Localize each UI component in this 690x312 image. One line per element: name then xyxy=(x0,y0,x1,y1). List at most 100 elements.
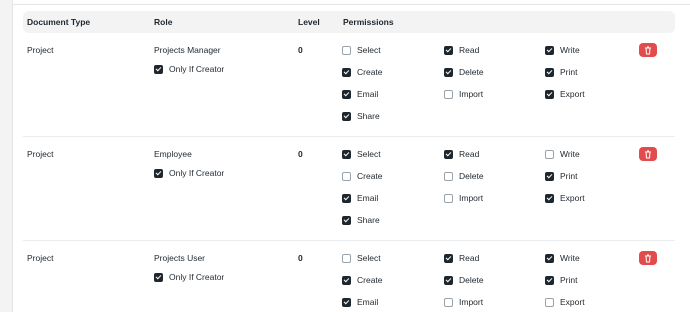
only-if-creator-checkbox[interactable]: Only If Creator xyxy=(154,168,224,178)
trash-icon xyxy=(645,150,651,158)
checkbox-icon[interactable] xyxy=(444,45,453,55)
checkbox-label: Share xyxy=(357,215,380,225)
checkbox-label: Write xyxy=(560,149,580,159)
permission-read-checkbox[interactable]: Read xyxy=(444,253,479,263)
permission-share-checkbox[interactable]: Share xyxy=(342,111,380,121)
checkbox-icon[interactable] xyxy=(342,111,351,121)
permission-email-checkbox[interactable]: Email xyxy=(342,193,378,203)
only-if-creator-checkbox[interactable]: Only If Creator xyxy=(154,272,224,282)
checkbox-icon[interactable] xyxy=(342,89,351,99)
header-role: Role xyxy=(154,17,173,27)
permission-delete-checkbox[interactable]: Delete xyxy=(444,67,484,77)
checkbox-icon[interactable] xyxy=(545,275,554,285)
permission-write-checkbox[interactable]: Write xyxy=(545,45,580,55)
permission-print-checkbox[interactable]: Print xyxy=(545,67,577,77)
checkbox-icon[interactable] xyxy=(545,171,554,181)
checkbox-icon[interactable] xyxy=(154,64,163,74)
header-permissions: Permissions xyxy=(343,17,394,27)
checkbox-icon[interactable] xyxy=(342,275,351,285)
only-if-creator-checkbox[interactable]: Only If Creator xyxy=(154,64,224,74)
document-type-cell: Project xyxy=(27,149,54,159)
checkbox-icon[interactable] xyxy=(444,89,453,99)
checkbox-icon[interactable] xyxy=(545,67,554,77)
checkbox-icon[interactable] xyxy=(342,253,351,263)
level-cell: 0 xyxy=(298,149,303,159)
permission-email-checkbox[interactable]: Email xyxy=(342,89,378,99)
delete-row-button[interactable] xyxy=(639,43,657,57)
checkbox-label: Write xyxy=(560,45,580,55)
checkbox-icon[interactable] xyxy=(342,171,351,181)
permission-export-checkbox[interactable]: Export xyxy=(545,297,585,307)
checkbox-label: Delete xyxy=(459,171,484,181)
checkbox-icon[interactable] xyxy=(545,297,554,307)
role-cell: Projects User xyxy=(154,253,206,263)
checkbox-label: Select xyxy=(357,253,381,263)
checkbox-icon[interactable] xyxy=(444,297,453,307)
checkbox-label: Export xyxy=(560,89,585,99)
permission-create-checkbox[interactable]: Create xyxy=(342,67,383,77)
checkbox-icon[interactable] xyxy=(444,275,453,285)
checkbox-icon[interactable] xyxy=(444,193,453,203)
checkbox-label: Import xyxy=(459,193,484,203)
trash-icon xyxy=(645,46,651,54)
checkbox-icon[interactable] xyxy=(342,297,351,307)
checkbox-icon[interactable] xyxy=(444,253,453,263)
level-cell: 0 xyxy=(298,45,303,55)
checkbox-label: Only If Creator xyxy=(169,168,225,178)
trash-icon xyxy=(645,254,651,262)
permission-delete-checkbox[interactable]: Delete xyxy=(444,275,484,285)
checkbox-icon[interactable] xyxy=(545,149,554,159)
permission-create-checkbox[interactable]: Create xyxy=(342,275,383,285)
checkbox-icon[interactable] xyxy=(154,272,163,282)
permission-import-checkbox[interactable]: Import xyxy=(444,89,483,99)
permission-read-checkbox[interactable]: Read xyxy=(444,149,479,159)
permission-print-checkbox[interactable]: Print xyxy=(545,171,577,181)
permission-write-checkbox[interactable]: Write xyxy=(545,149,580,159)
permission-create-checkbox[interactable]: Create xyxy=(342,171,383,181)
checkbox-label: Only If Creator xyxy=(169,64,225,74)
checkbox-label: Email xyxy=(357,89,379,99)
permission-read-checkbox[interactable]: Read xyxy=(444,45,479,55)
permission-select-checkbox[interactable]: Select xyxy=(342,253,381,263)
checkbox-label: Export xyxy=(560,193,585,203)
header-document-type: Document Type xyxy=(27,17,91,27)
checkbox-icon[interactable] xyxy=(342,45,351,55)
checkbox-label: Select xyxy=(357,45,381,55)
checkbox-icon[interactable] xyxy=(444,149,453,159)
role-cell: Employee xyxy=(154,149,192,159)
permission-export-checkbox[interactable]: Export xyxy=(545,193,585,203)
checkbox-icon[interactable] xyxy=(545,193,554,203)
permission-share-checkbox[interactable]: Share xyxy=(342,215,380,225)
permission-import-checkbox[interactable]: Import xyxy=(444,297,483,307)
row-divider xyxy=(23,240,675,241)
permission-email-checkbox[interactable]: Email xyxy=(342,297,378,307)
checkbox-icon[interactable] xyxy=(444,171,453,181)
checkbox-label: Email xyxy=(357,297,379,307)
header-level: Level xyxy=(298,17,320,27)
permission-import-checkbox[interactable]: Import xyxy=(444,193,483,203)
permission-write-checkbox[interactable]: Write xyxy=(545,253,580,263)
checkbox-icon[interactable] xyxy=(342,193,351,203)
checkbox-icon[interactable] xyxy=(545,89,554,99)
checkbox-icon[interactable] xyxy=(444,67,453,77)
permission-print-checkbox[interactable]: Print xyxy=(545,275,577,285)
checkbox-icon[interactable] xyxy=(154,168,163,178)
delete-row-button[interactable] xyxy=(639,251,657,265)
checkbox-label: Import xyxy=(459,297,484,307)
checkbox-label: Read xyxy=(459,253,480,263)
top-divider xyxy=(12,4,690,5)
checkbox-icon[interactable] xyxy=(342,149,351,159)
checkbox-icon[interactable] xyxy=(545,253,554,263)
permission-select-checkbox[interactable]: Select xyxy=(342,149,381,159)
document-type-cell: Project xyxy=(27,45,54,55)
checkbox-icon[interactable] xyxy=(342,67,351,77)
checkbox-label: Only If Creator xyxy=(169,272,225,282)
delete-row-button[interactable] xyxy=(639,147,657,161)
permission-delete-checkbox[interactable]: Delete xyxy=(444,171,484,181)
checkbox-label: Export xyxy=(560,297,585,307)
permission-export-checkbox[interactable]: Export xyxy=(545,89,585,99)
checkbox-icon[interactable] xyxy=(342,215,351,225)
checkbox-icon[interactable] xyxy=(545,45,554,55)
permission-select-checkbox[interactable]: Select xyxy=(342,45,381,55)
checkbox-label: Read xyxy=(459,45,480,55)
